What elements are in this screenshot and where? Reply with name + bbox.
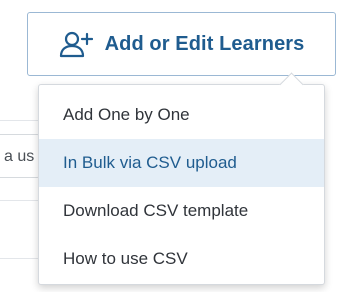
menu-item-how-to-use-csv[interactable]: How to use CSV [39,235,324,283]
add-or-edit-learners-label: Add or Edit Learners [104,32,305,55]
screen: a us Add or Edit Learners Add One by One… [0,0,352,292]
learners-dropdown-menu: Add One by One In Bulk via CSV upload Do… [38,72,325,285]
menu-item-bulk-csv-upload[interactable]: In Bulk via CSV upload [39,139,324,187]
background-divider [0,258,40,259]
background-input-text: a us [4,148,35,165]
menu-item-download-csv-template[interactable]: Download CSV template [39,187,324,235]
background-search-input[interactable]: a us [0,134,40,178]
menu-item-add-one-by-one[interactable]: Add One by One [39,91,324,139]
add-user-icon [59,30,93,58]
background-divider [0,200,40,201]
background-divider [0,120,40,121]
dropdown-menu-list: Add One by One In Bulk via CSV upload Do… [39,85,324,283]
add-or-edit-learners-button[interactable]: Add or Edit Learners [27,12,336,76]
